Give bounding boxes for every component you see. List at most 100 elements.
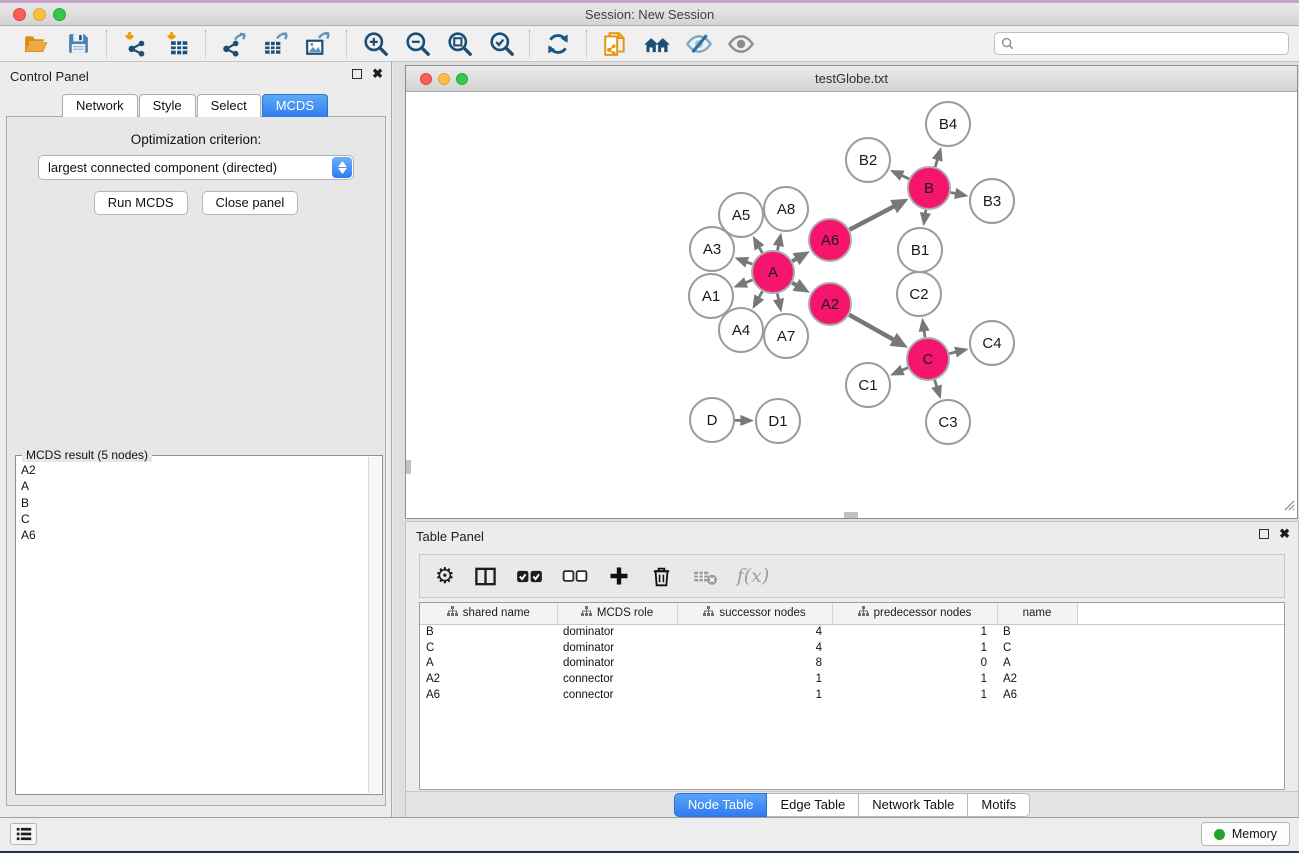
mcds-result-item[interactable]: A2 [18, 462, 367, 478]
mcds-result-item[interactable]: A6 [18, 527, 367, 543]
zoom-selected-icon[interactable] [487, 30, 515, 58]
graph-node-A2[interactable]: A2 [809, 283, 851, 325]
graph-node-A8[interactable]: A8 [764, 187, 808, 231]
graph-node-A5[interactable]: A5 [719, 193, 763, 237]
add-column-icon[interactable] [607, 564, 631, 588]
tab-edge-table[interactable]: Edge Table [767, 793, 859, 817]
run-mcds-button[interactable]: Run MCDS [94, 191, 188, 215]
workspace: testGlobe.txt B4 B2 B B3 A5A8A6 A3 B1 A A1 C2 A2 A4… [393, 62, 1299, 820]
mcds-result-item[interactable]: C [18, 511, 367, 527]
graph-node-A[interactable]: A [752, 251, 794, 293]
mcds-result-scrollbar[interactable] [368, 457, 381, 793]
memory-button[interactable]: Memory [1201, 822, 1290, 846]
graph-node-B3[interactable]: B3 [970, 179, 1014, 223]
tab-style[interactable]: Style [139, 94, 196, 117]
export-network-icon[interactable] [220, 30, 248, 58]
float-panel-icon[interactable] [352, 69, 362, 79]
graph-node-B1[interactable]: B1 [898, 228, 942, 272]
delete-column-icon[interactable] [650, 565, 673, 588]
network-window-title: testGlobe.txt [406, 71, 1297, 86]
table-row[interactable]: A2connector11A2 [420, 671, 1284, 687]
two-houses-icon[interactable] [643, 30, 671, 58]
column-header-shared-name[interactable]: shared name [420, 603, 557, 624]
graph-node-C3[interactable]: C3 [926, 400, 970, 444]
svg-text:A3: A3 [703, 241, 721, 258]
graph-node-C4[interactable]: C4 [970, 321, 1014, 365]
table-row[interactable]: Cdominator41C [420, 640, 1284, 656]
network-canvas[interactable]: B4 B2 B B3 A5A8A6 A3 B1 A A1 C2 A2 A4 A7 C4 C C1 D D1 C3 [406, 92, 1297, 518]
control-panel: Control Panel ✖ Network Style Select MCD… [0, 62, 392, 820]
search-input[interactable] [994, 32, 1289, 55]
tab-select[interactable]: Select [197, 94, 261, 117]
mcds-result-list: A2ABCA6 [18, 462, 367, 792]
table-row[interactable]: A6connector11A6 [420, 687, 1284, 703]
select-all-columns-icon[interactable] [516, 563, 543, 590]
graph-node-A6[interactable]: A6 [809, 219, 851, 261]
graph-node-A4[interactable]: A4 [719, 308, 763, 352]
column-header-MCDS-role[interactable]: MCDS role [557, 603, 677, 624]
graph-node-A1[interactable]: A1 [689, 274, 733, 318]
graph-node-A7[interactable]: A7 [764, 314, 808, 358]
delete-table-icon[interactable] [692, 563, 718, 589]
column-header-successor-nodes[interactable]: successor nodes [677, 603, 832, 624]
svg-text:C: C [923, 351, 934, 368]
unselect-all-columns-icon[interactable] [562, 563, 588, 589]
duplicate-network-icon[interactable] [601, 30, 629, 58]
table-tabs-strip: Node Table Edge Table Network Table Moti… [406, 791, 1298, 818]
task-history-button[interactable] [10, 823, 37, 845]
zoom-fit-icon[interactable] [445, 30, 473, 58]
tab-network-table[interactable]: Network Table [859, 793, 968, 817]
criterion-dropdown[interactable]: largest connected component (directed) [38, 155, 354, 180]
graph-edge[interactable] [849, 206, 895, 230]
svg-text:A: A [768, 264, 778, 281]
graph-node-D[interactable]: D [690, 398, 734, 442]
mcds-result-item[interactable]: B [18, 495, 367, 511]
graph-node-A3[interactable]: A3 [690, 227, 734, 271]
resize-grip-icon[interactable] [1281, 497, 1295, 516]
column-header-name[interactable]: name [997, 603, 1077, 624]
eye-slash-icon[interactable] [685, 30, 713, 58]
zoom-in-icon[interactable] [361, 30, 389, 58]
graph-node-B2[interactable]: B2 [846, 138, 890, 182]
tab-mcds[interactable]: MCDS [262, 94, 328, 117]
graph-edge[interactable] [849, 315, 895, 341]
table-row[interactable]: Adominator80A [420, 656, 1284, 672]
graph-node-B[interactable]: B [908, 167, 950, 209]
close-panel-button[interactable]: Close panel [202, 191, 299, 215]
export-table-icon[interactable] [262, 30, 290, 58]
graph-node-D1[interactable]: D1 [756, 399, 800, 443]
graph-node-C1[interactable]: C1 [846, 363, 890, 407]
close-panel-icon[interactable]: ✖ [372, 69, 383, 79]
mcds-result-item[interactable]: A [18, 478, 367, 494]
export-image-icon[interactable] [304, 30, 332, 58]
eye-icon[interactable] [727, 30, 755, 58]
tab-motifs[interactable]: Motifs [968, 793, 1030, 817]
mcds-tab-content: Optimization criterion: largest connecte… [6, 116, 386, 806]
svg-text:A7: A7 [777, 328, 795, 345]
import-table-icon[interactable] [163, 30, 191, 58]
main-toolbar [0, 26, 1299, 62]
settings-gear-icon[interactable]: ⚙ [435, 565, 455, 587]
graph-node-C2[interactable]: C2 [897, 272, 941, 316]
list-icon [15, 825, 33, 843]
control-panel-header: Control Panel ✖ [0, 62, 391, 90]
tab-network[interactable]: Network [62, 94, 138, 117]
table-row[interactable]: Bdominator41B [420, 624, 1284, 640]
function-builder-icon[interactable]: f(x) [737, 565, 770, 587]
tab-node-table[interactable]: Node Table [674, 793, 768, 817]
graph-node-B4[interactable]: B4 [926, 102, 970, 146]
column-layout-icon[interactable] [474, 565, 497, 588]
application-window: Session: New Session [0, 3, 1299, 851]
close-table-panel-icon[interactable]: ✖ [1279, 529, 1290, 539]
float-table-panel-icon[interactable] [1259, 529, 1269, 539]
save-session-icon[interactable] [64, 30, 92, 58]
column-type-icon [858, 606, 869, 620]
open-session-icon[interactable] [22, 30, 50, 58]
graph-node-C[interactable]: C [907, 338, 949, 380]
zoom-out-icon[interactable] [403, 30, 431, 58]
import-network-icon[interactable] [121, 30, 149, 58]
column-header-predecessor-nodes[interactable]: predecessor nodes [832, 603, 997, 624]
refresh-icon[interactable] [544, 30, 572, 58]
graph-edge-arrowhead [954, 188, 968, 199]
svg-text:A2: A2 [821, 296, 839, 313]
